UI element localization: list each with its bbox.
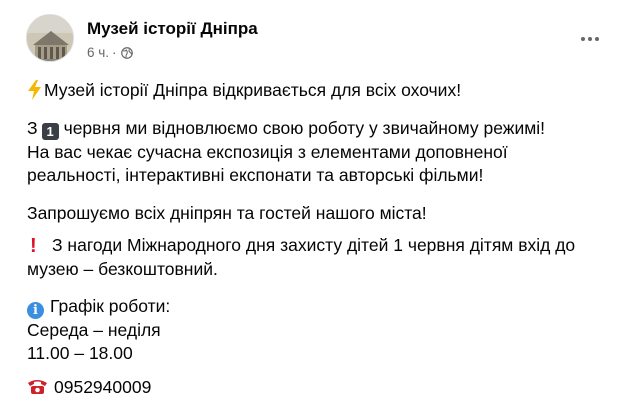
paragraph-schedule: i Графік роботи: Середа – неділя 11.00 – …	[27, 295, 170, 366]
post-time[interactable]: 6 ч.	[87, 45, 109, 60]
globe-icon[interactable]	[120, 46, 133, 59]
post-meta: 6 ч. ·	[87, 45, 133, 60]
schedule-title: i Графік роботи:	[27, 295, 170, 319]
free-entry-text-1: З нагоди Міжнародного дня захисту дітей …	[52, 235, 576, 255]
schedule-title-text: Графік роботи:	[50, 296, 171, 316]
free-entry-line-2: музею – безкоштовний.	[27, 258, 218, 279]
invitation-text: Запрошуємо всіх дніпрян та гостей нашого…	[27, 203, 427, 223]
intro-text: Музей історії Дніпра відкривається для в…	[44, 80, 462, 100]
paragraph-intro: Музей історії Дніпра відкривається для в…	[27, 79, 461, 102]
lightning-icon	[28, 80, 41, 100]
telephone-icon	[28, 380, 47, 394]
schedule-hours: 11.00 – 18.00	[27, 343, 133, 363]
text-suffix: червня ми відновлюємо свою роботу у звич…	[63, 118, 546, 138]
reopening-line-2: На вас чекає сучасна експозиція з елемен…	[27, 141, 508, 162]
text-prefix: З	[27, 118, 38, 138]
paragraph-invitation: Запрошуємо всіх дніпрян та гостей нашого…	[27, 202, 427, 225]
more-options-icon[interactable]	[571, 24, 609, 54]
paragraph-reopening: З 1 червня ми відновлюємо свою роботу у зв…	[27, 117, 545, 188]
facebook-post: Музей історії Дніпра 6 ч. · Музей історі…	[0, 0, 642, 414]
keycap-one-icon: 1	[41, 123, 59, 140]
museum-building-photo	[27, 15, 73, 61]
exclamation-icon: !	[30, 235, 37, 257]
paragraph-phone: 0952940009	[27, 376, 151, 399]
page-name[interactable]: Музей історії Дніпра	[87, 19, 258, 39]
info-icon: i	[27, 302, 44, 319]
free-entry-line-1: ! З нагоди Міжнародного дня захисту дітей…	[27, 234, 575, 258]
schedule-days: Середа – неділя	[27, 319, 161, 340]
page-avatar[interactable]	[26, 14, 74, 62]
paragraph-free-entry: ! З нагоди Міжнародного дня захисту дітей…	[27, 234, 575, 281]
phone-number[interactable]: 0952940009	[54, 377, 151, 397]
meta-separator: ·	[112, 45, 117, 60]
post-header: Музей історії Дніпра 6 ч. ·	[26, 14, 626, 64]
reopening-line-3: реальності, інтерактивні експонати та ав…	[27, 165, 484, 185]
reopening-line-1: З 1 червня ми відновлюємо свою роботу у зв…	[27, 117, 545, 141]
